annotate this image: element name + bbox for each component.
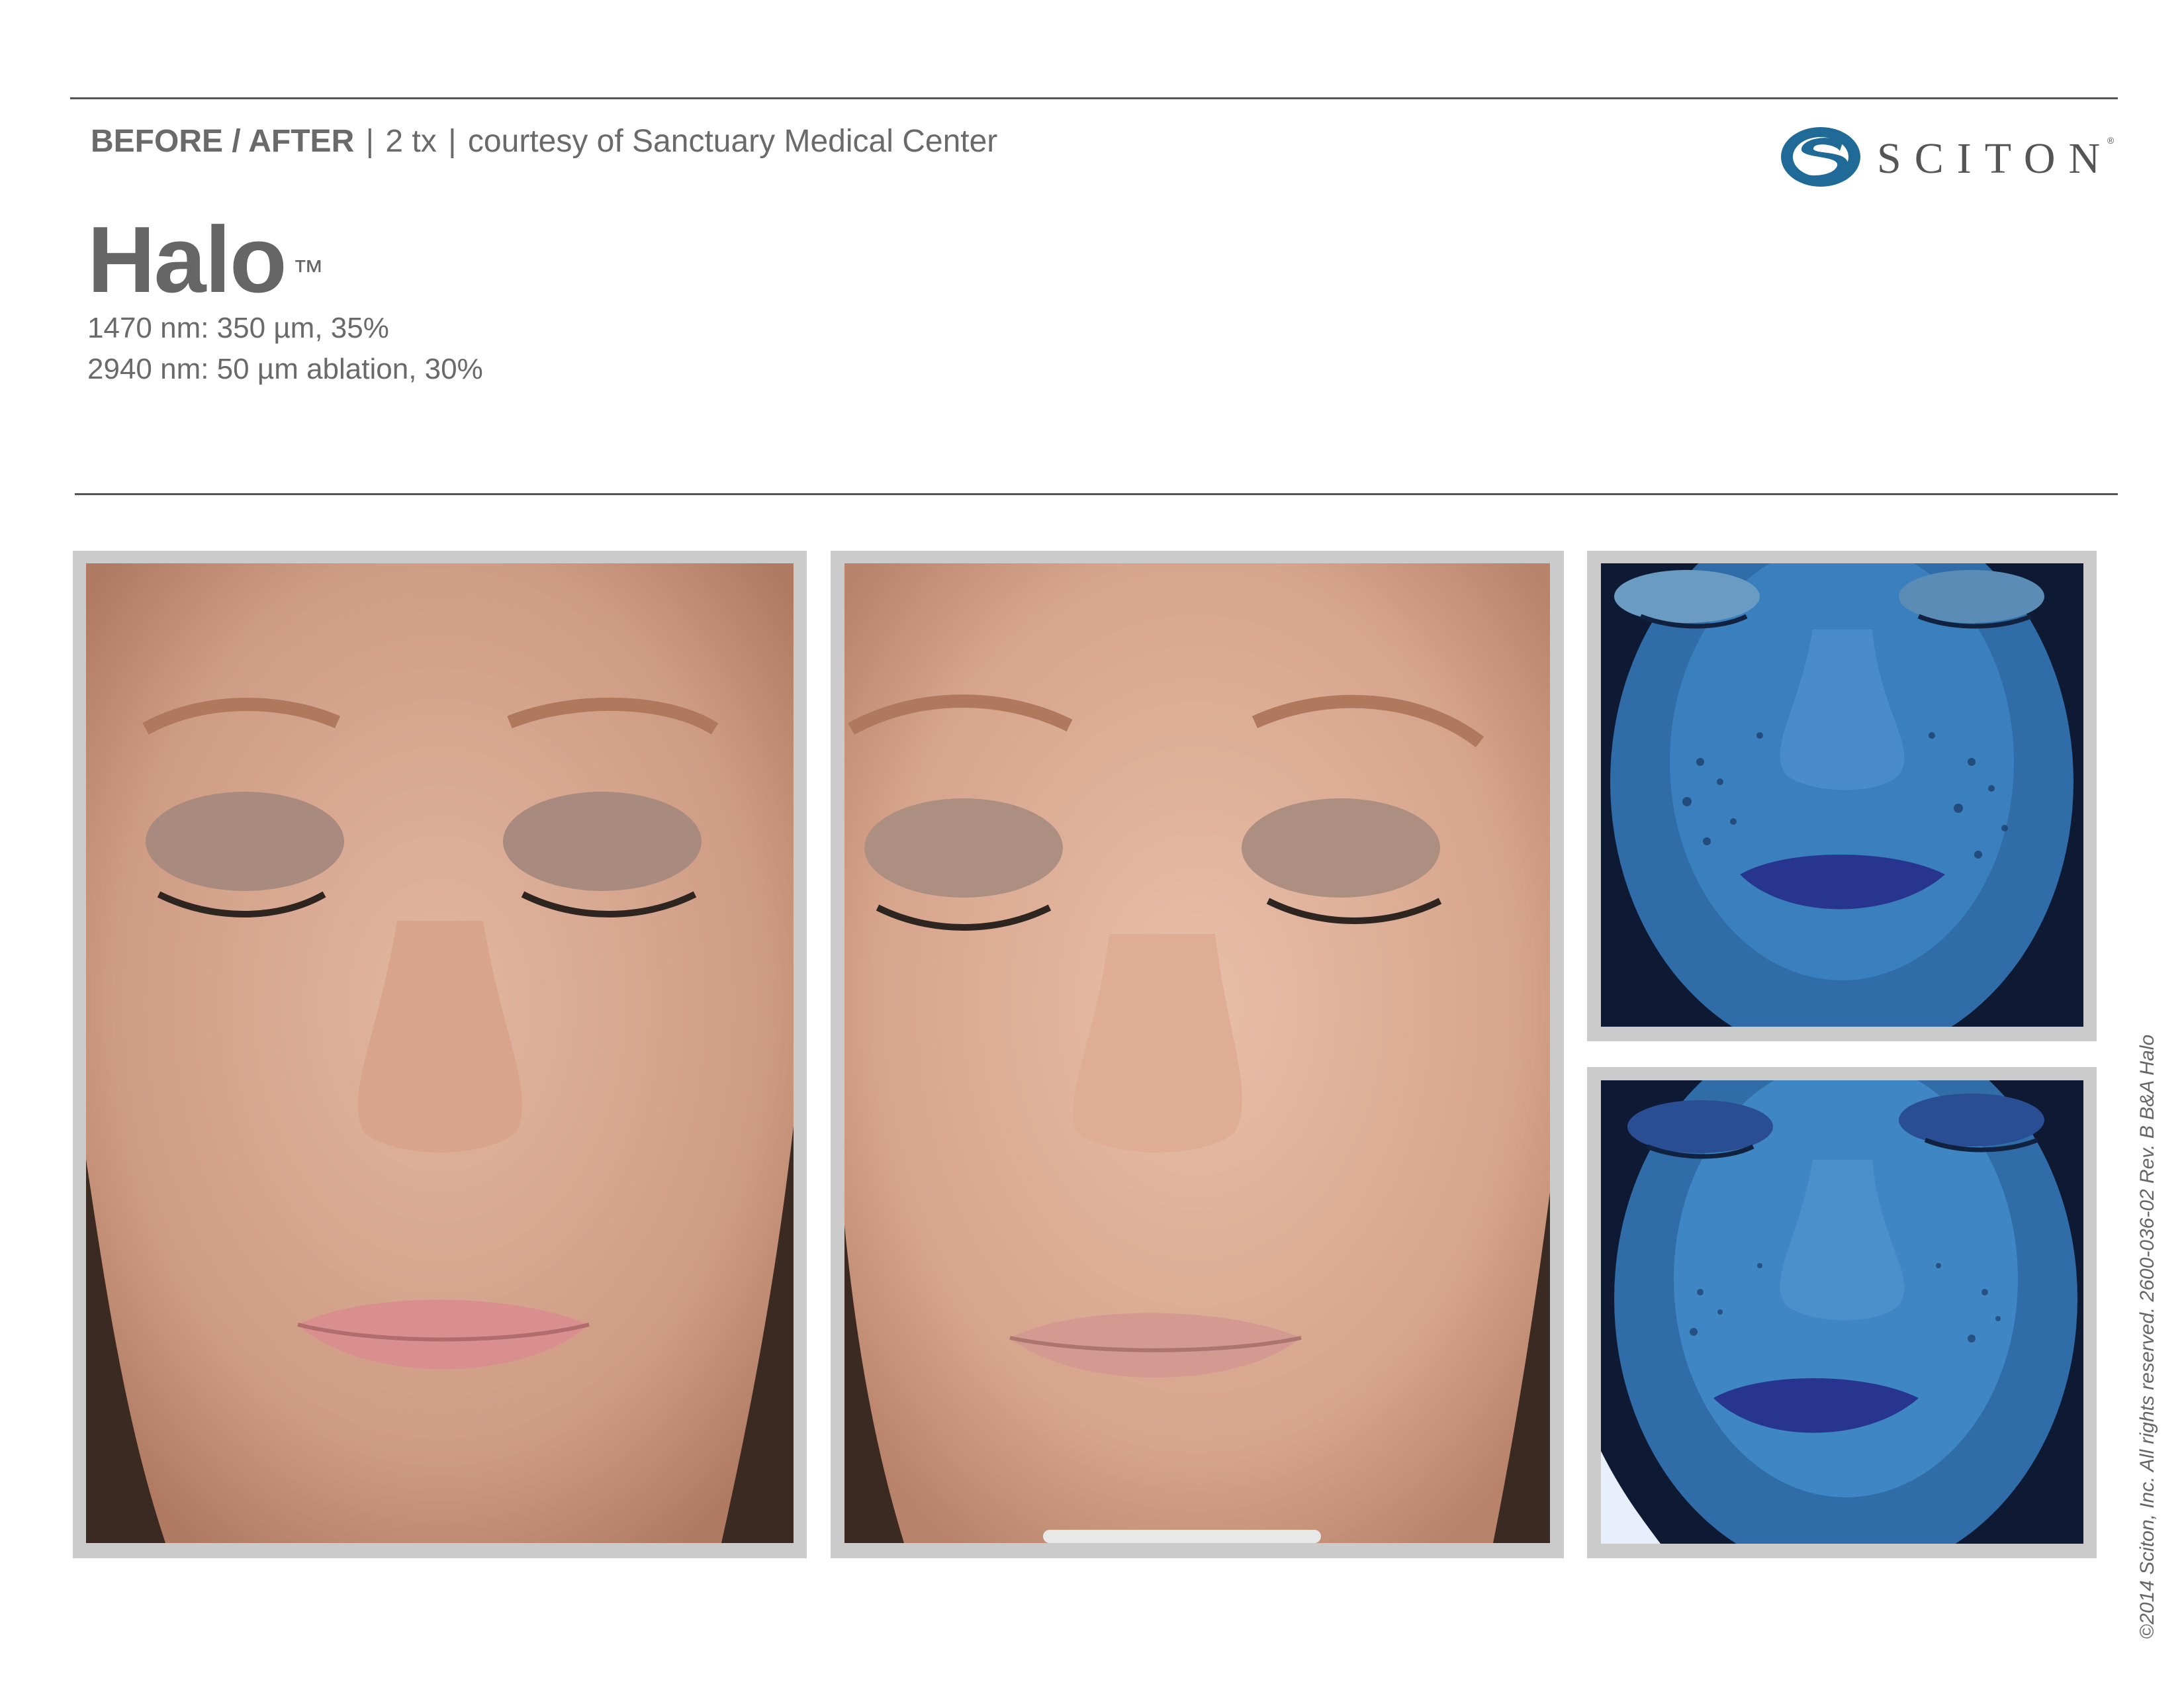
spec-1470: 1470 nm: 350 µm, 35% [87,312,389,344]
spec-2940: 2940 nm: 50 µm ablation, 30% [87,353,483,385]
product-name: Halo [87,207,287,312]
brand-wordmark: SCITON [1877,134,2114,183]
header-separator: | [448,124,457,159]
section-divider [75,493,2118,495]
product-title: Halo ™ [87,211,324,310]
header-separator: | [365,124,375,159]
treatment-count: 2 tx [385,124,437,159]
sciton-s-icon [1781,127,1860,187]
registered-mark: ® [2107,135,2115,146]
before-uv-photo [1601,563,2083,1027]
copyright-notice: ©2014 Sciton, Inc. All rights reserved. … [2136,1034,2158,1639]
trademark-symbol: ™ [292,254,324,289]
before-photo [86,563,794,1543]
before-after-label: BEFORE / AFTER [91,124,355,159]
after-uv-photo [1601,1080,2083,1544]
top-divider [70,97,2118,99]
courtesy-credit: courtesy of Sanctuary Medical Center [467,124,998,159]
after-photo [844,563,1550,1543]
sciton-logo: SCITON ® [1779,124,2116,191]
header-caption: BEFORE / AFTER | 2 tx | courtesy of Sanc… [91,120,997,163]
